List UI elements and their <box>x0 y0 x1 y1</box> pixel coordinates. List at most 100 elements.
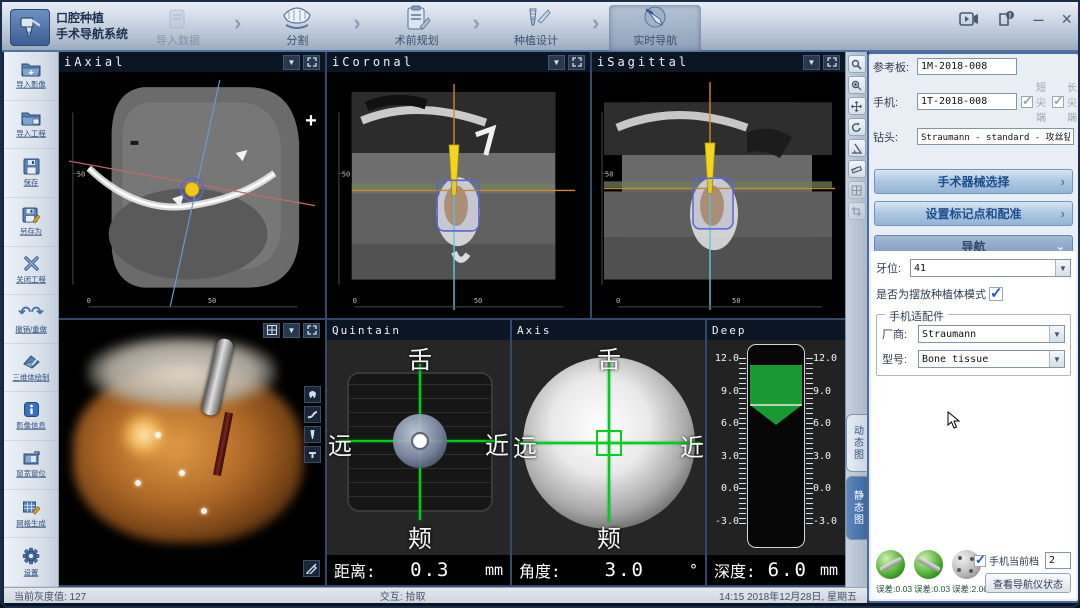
sagittal-slice-image[interactable]: 50 0 50 <box>592 72 845 318</box>
sidebar-item-volume-rendering[interactable]: 三维体绘制 <box>4 344 58 393</box>
layout-grid-icon[interactable] <box>263 323 280 338</box>
handpiece-tracker-icon[interactable] <box>914 550 943 579</box>
metric-unit: mm <box>820 561 838 579</box>
panel-quintain[interactable]: Quintain 舌 远 近 颊 距离: 0.3 mm <box>327 320 512 587</box>
step-segmentation[interactable]: 分割 <box>251 5 343 51</box>
window-bottom-frame <box>2 603 1080 608</box>
step-realtime-navigation[interactable]: 实时导航 <box>609 5 701 51</box>
reference-tracker-icon[interactable] <box>876 550 905 579</box>
coronal-slice-image[interactable]: 50 0 50 <box>327 72 590 318</box>
selected-value: 41 <box>911 263 1055 274</box>
report-export-icon[interactable] <box>997 10 1015 28</box>
sidebar-item-mesh-generation[interactable]: 网格生成 <box>4 490 58 539</box>
view-menu-dropdown-icon[interactable]: ▼ <box>803 55 820 70</box>
vendor-select[interactable]: Straumann ▼ <box>918 325 1065 343</box>
implant-layer-icon[interactable] <box>304 426 321 443</box>
crown-layer-icon[interactable] <box>304 446 321 463</box>
segmentation-icon <box>280 5 314 31</box>
drill-input[interactable] <box>917 128 1074 145</box>
reference-plate-input[interactable] <box>917 58 1017 75</box>
handpiece-gear-row: ✓ 手机当前档 <box>974 552 1071 569</box>
sidebar-item-import-image[interactable]: 导入影像 <box>4 52 58 101</box>
gray-value-status: 当前灰度值: 127 <box>14 588 86 603</box>
minimize-button[interactable]: – <box>1033 10 1043 28</box>
long-tip-checkbox[interactable]: ✓ <box>1052 96 1064 108</box>
tab-dynamic-view[interactable]: 动态图 <box>846 414 867 472</box>
angle-measure-icon[interactable] <box>848 139 866 157</box>
view-sagittal[interactable]: iSagittal ▼ <box>592 52 845 320</box>
axis-plot: 舌 远 近 颊 <box>512 340 705 554</box>
view-expand-icon[interactable] <box>568 55 585 70</box>
volume-3d-image[interactable] <box>59 320 325 585</box>
app-title: 口腔种植 手术导航系统 <box>56 10 128 42</box>
metric-unit: mm <box>485 561 503 579</box>
view-3d[interactable]: ▼ <box>59 320 327 587</box>
sidebar-item-image-info[interactable]: 影像信息 <box>4 392 58 441</box>
sidebar-item-label: 影像信息 <box>16 421 45 431</box>
view-expand-icon[interactable] <box>303 323 320 338</box>
model-select[interactable]: Bone tissue ▼ <box>918 350 1065 368</box>
folder-import-icon <box>21 61 41 77</box>
sidebar-item-label: 设置 <box>24 567 39 577</box>
sidebar-item-label: 窗宽窗位 <box>16 469 45 479</box>
gear-checkbox[interactable]: ✓ <box>974 555 986 567</box>
sidebar-item-import-project[interactable]: 导入工程 <box>4 101 58 150</box>
step-separator-icon: › <box>582 10 609 46</box>
step-implant-design[interactable]: 种植设计 <box>490 5 582 51</box>
tooth-layer-icon[interactable] <box>304 386 321 403</box>
gear-input[interactable] <box>1045 552 1071 569</box>
chevron-right-icon: › <box>1061 174 1065 189</box>
sidebar-item-label: 三维体绘制 <box>13 372 50 382</box>
viewport-area: iAxial ▼ <box>59 52 845 587</box>
magnifier-icon[interactable] <box>848 55 866 73</box>
interaction-status: 交互: 拾取 <box>86 588 719 603</box>
sidebar-item-window-level[interactable]: 窗宽窗位 <box>4 441 58 490</box>
pan-icon[interactable] <box>848 97 866 115</box>
sidebar-item-save[interactable]: 保存 <box>4 149 58 198</box>
sidebar-item-close-project[interactable]: 关闭工程 <box>4 247 58 296</box>
view-menu-dropdown-icon[interactable]: ▼ <box>283 323 300 338</box>
view-expand-icon[interactable] <box>823 55 840 70</box>
undo-redo-icon: ↶↷ <box>18 304 43 322</box>
navigator-status-button[interactable]: 查看导航仪状态 <box>985 573 1071 593</box>
ruler-icon[interactable] <box>848 160 866 178</box>
navigation-icon <box>638 5 672 31</box>
step-preop-planning[interactable]: 术前规划 <box>371 5 463 51</box>
panel-axis[interactable]: Axis 舌 远 近 颊 角度: 3.0 ° <box>512 320 707 587</box>
navigation-section-body: 牙位: 41 ▼ 是否为摆放种植体模式 ✓ 手机适配件 厂商: Strauman… <box>871 251 1076 599</box>
tab-static-view[interactable]: 静态图 <box>846 476 867 540</box>
folder-project-icon <box>21 110 41 126</box>
panel-deep[interactable]: Deep 12.0 9.0 6.0 3.0 <box>707 320 845 587</box>
handpiece-input[interactable] <box>917 93 1017 110</box>
instrument-select-button[interactable]: 手术器械选择 › <box>874 169 1073 194</box>
zoom-plus-icon[interactable]: + <box>301 112 321 132</box>
video-record-icon[interactable] <box>959 11 979 27</box>
model-label: 型号: <box>882 351 918 367</box>
sidebar-item-undo-redo[interactable]: ↶↷ 撤销/重做 <box>4 295 58 344</box>
step-separator-icon: › <box>463 10 490 46</box>
view-coronal[interactable]: iCoronal ▼ <box>327 52 592 320</box>
implant-mode-checkbox[interactable]: ✓ <box>989 287 1003 301</box>
marker-registration-button[interactable]: 设置标记点和配准 › <box>874 201 1073 226</box>
view-expand-icon[interactable] <box>303 55 320 70</box>
view-menu-dropdown-icon[interactable]: ▼ <box>283 55 300 70</box>
zoom-in-icon[interactable] <box>848 76 866 94</box>
nerve-layer-icon[interactable] <box>304 406 321 423</box>
crop-tool-icon[interactable] <box>848 202 866 220</box>
view-axial[interactable]: iAxial ▼ <box>59 52 327 320</box>
close-button[interactable]: × <box>1061 10 1072 28</box>
sidebar-item-settings[interactable]: 设置 <box>4 538 58 587</box>
mesh-icon <box>22 499 41 516</box>
implant-mode-label: 是否为摆放种植体模式 <box>876 286 986 302</box>
grid-tool-icon[interactable] <box>848 181 866 199</box>
short-tip-checkbox[interactable]: ✓ <box>1021 96 1033 108</box>
sidebar-item-save-as[interactable]: 另存为 <box>4 198 58 247</box>
tooth-position-select[interactable]: 41 ▼ <box>910 259 1071 277</box>
view-menu-dropdown-icon[interactable]: ▼ <box>548 55 565 70</box>
axial-slice-image[interactable]: 50 0 50 + <box>59 72 325 318</box>
rotate-icon[interactable] <box>848 118 866 136</box>
deep-gauge-area: 12.0 9.0 6.0 3.0 0.0 -3.0 12.0 9.0 6.0 3… <box>707 340 845 554</box>
panel-title: Quintain <box>332 324 401 337</box>
tooth-position-label: 牙位: <box>876 260 910 276</box>
draw-pen-icon[interactable] <box>303 560 320 577</box>
